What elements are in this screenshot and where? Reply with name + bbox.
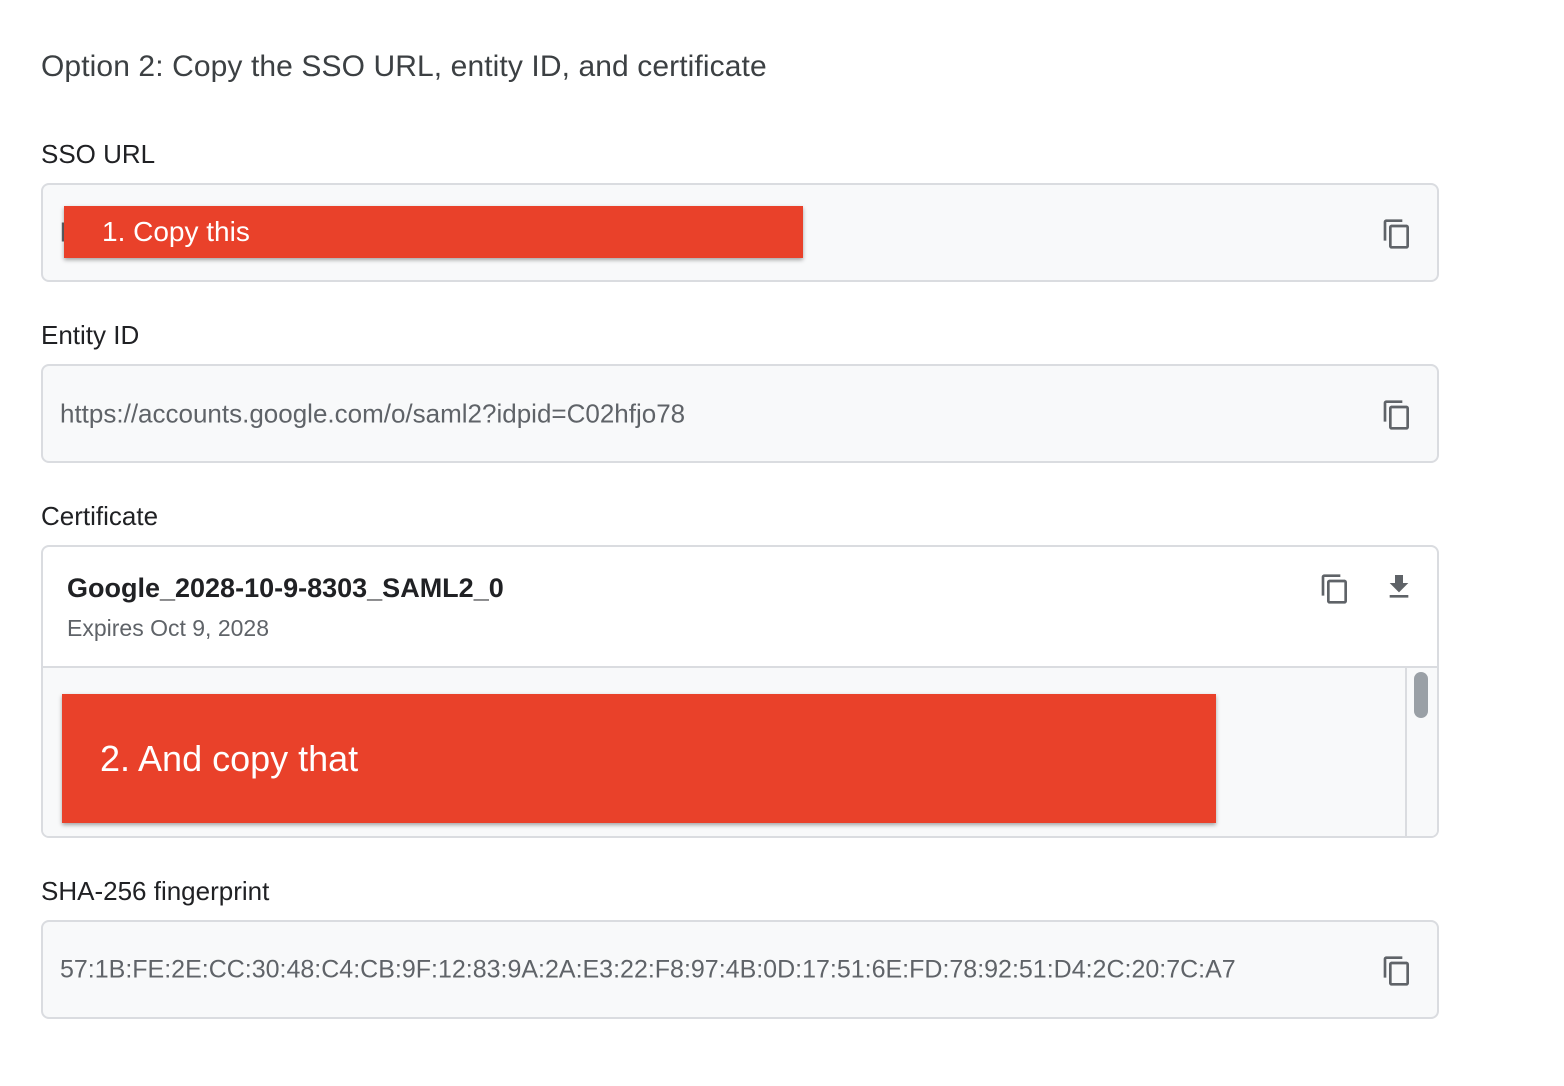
sso-url-label: SSO URL [41,139,156,169]
certificate-download-button[interactable] [1379,567,1419,607]
certificate-name: Google_2028-10-9-8303_SAML2_0 [67,573,504,603]
entity-id-copy-button[interactable] [1377,395,1417,435]
scrollbar-thumb[interactable] [1414,672,1428,718]
entity-id-value: https://accounts.google.com/o/saml2?idpi… [60,398,686,428]
fingerprint-copy-button[interactable] [1377,951,1417,991]
fingerprint-value: 57:1B:FE:2E:CC:30:48:C4:CB:9F:12:83:9A:2… [60,955,1236,983]
fingerprint-field[interactable]: 57:1B:FE:2E:CC:30:48:C4:CB:9F:12:83:9A:2… [41,920,1439,1019]
certificate-copy-button[interactable] [1315,569,1355,609]
annotation-copy-this: 1. Copy this [64,206,803,258]
page-heading: Option 2: Copy the SSO URL, entity ID, a… [41,50,767,83]
copy-icon [1383,956,1409,986]
certificate-expiry: Expires Oct 9, 2028 [67,615,269,641]
certificate-scrollbar[interactable] [1405,668,1437,836]
copy-icon [1383,219,1409,249]
certificate-label: Certificate [41,501,159,531]
copy-icon [1321,574,1347,604]
entity-id-label: Entity ID [41,320,140,350]
copy-icon [1383,400,1409,430]
download-icon [1389,575,1409,598]
entity-id-field[interactable]: https://accounts.google.com/o/saml2?idpi… [41,364,1439,463]
annotation-copy-that: 2. And copy that [62,694,1216,823]
sso-url-copy-button[interactable] [1377,214,1417,254]
fingerprint-label: SHA-256 fingerprint [41,876,270,906]
